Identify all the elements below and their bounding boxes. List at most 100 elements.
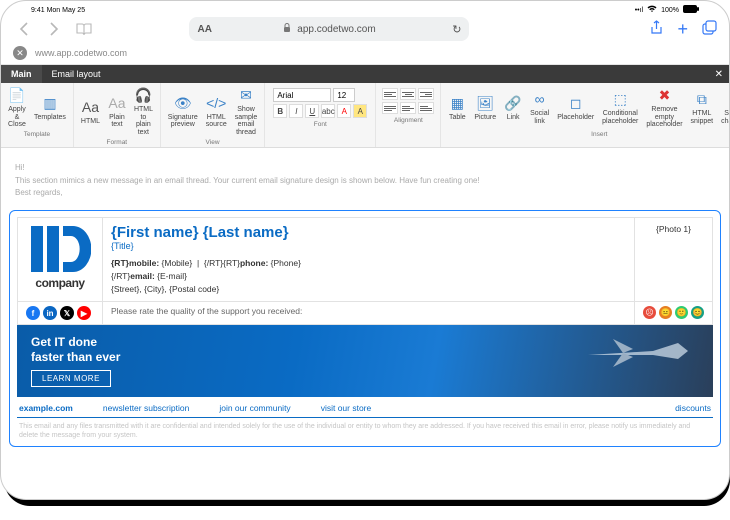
x-icon[interactable]: 𝕏 [60, 306, 74, 320]
ribbon-tab-bar: Main Email layout ✕ [1, 65, 729, 83]
sample-thread-button[interactable]: ✉Show sample email thread [232, 86, 261, 138]
link-site[interactable]: example.com [19, 403, 73, 413]
battery-icon [683, 5, 699, 15]
group-format-label: Format [107, 139, 128, 146]
align-left-button[interactable] [382, 88, 398, 100]
html-to-plain-button[interactable]: 🎧HTML to plain text [131, 86, 156, 138]
editor-canvas[interactable]: Hi! This section mimics a new message in… [1, 148, 729, 500]
cond-placeholder-button[interactable]: ⬚Conditional placeholder [599, 86, 641, 130]
tab-title[interactable]: www.app.codetwo.com [35, 48, 127, 58]
font-color-button[interactable]: A [337, 104, 351, 118]
forward-button[interactable] [43, 18, 65, 40]
html-source-button[interactable]: </>HTML source [203, 86, 230, 138]
insert-picture-button[interactable]: 🖼Picture [471, 86, 499, 130]
insert-link-button[interactable]: 🔗Link [501, 86, 525, 130]
placeholder-icon: ◻ [567, 95, 585, 113]
rate-poor-icon[interactable]: 😐 [659, 306, 672, 319]
templates-button[interactable]: ▥Templates [31, 86, 69, 130]
strike-button[interactable]: abc [321, 104, 335, 118]
rating-icons-cell: ☹ 😐 🙂 😊 [635, 302, 713, 325]
tabs-button[interactable] [702, 20, 717, 38]
new-tab-button[interactable]: + [677, 19, 688, 40]
social-cell: f in 𝕏 ▶ [18, 302, 103, 325]
wifi-icon [647, 5, 657, 15]
lock-icon [283, 23, 291, 35]
html-button[interactable]: AaHTML [78, 86, 103, 138]
contact-line2: {/RT}email: {E-mail} [111, 270, 626, 283]
name-placeholder: {First name} {Last name} [111, 224, 626, 241]
plaintext-button[interactable]: AaPlain text [105, 86, 129, 138]
rate-bad-icon[interactable]: ☹ [643, 306, 656, 319]
align-middle-button[interactable] [400, 102, 416, 114]
rate-good-icon[interactable]: 🙂 [675, 306, 688, 319]
ribbon-tab-layout[interactable]: Email layout [42, 65, 111, 83]
preview-icon: 👁 [174, 95, 192, 113]
group-align-label: Alignment [394, 117, 423, 124]
templates-icon: ▥ [41, 95, 59, 113]
align-right-button[interactable] [418, 88, 434, 100]
align-bottom-button[interactable] [418, 102, 434, 114]
email-body-placeholder: Hi! This section mimics a new message in… [7, 162, 723, 210]
sig-preview-button[interactable]: 👁Signature preview [165, 86, 201, 138]
bold-button[interactable]: B [273, 104, 287, 118]
signature-table: company {First name} {Last name} {Title}… [17, 217, 713, 325]
apply-icon: 📄 [8, 87, 26, 105]
logo-cell: company [18, 218, 103, 302]
address-bar[interactable]: AA app.codetwo.com ↻ [189, 17, 469, 41]
back-button[interactable] [13, 18, 35, 40]
disclaimer-text: This email and any files transmitted wit… [17, 418, 713, 440]
ribbon: 📄Apply & Close ▥Templates Template AaHTM… [1, 83, 729, 148]
safari-toolbar: AA app.codetwo.com ↻ + [1, 15, 729, 43]
link-discounts[interactable]: discounts [675, 403, 711, 413]
insert-table-button[interactable]: ▦Table [445, 86, 469, 130]
link-icon: 🔗 [504, 95, 522, 113]
contact-cell: {First name} {Last name} {Title} {RT}mob… [103, 218, 635, 302]
placeholder-button[interactable]: ◻Placeholder [554, 86, 597, 130]
table-icon: ▦ [448, 95, 466, 113]
link-newsletter[interactable]: newsletter subscription [103, 403, 189, 413]
signal-icon: ••ıl [635, 7, 643, 14]
social-link-button[interactable]: ∞Social link [527, 86, 552, 130]
convert-icon: 🎧 [134, 87, 152, 105]
underline-button[interactable]: U [305, 104, 319, 118]
font-name-select[interactable] [273, 88, 331, 102]
jet-graphic [583, 333, 693, 373]
remove-empty-button[interactable]: ✖Remove empty placeholder [643, 86, 685, 130]
apply-close-button[interactable]: 📄Apply & Close [5, 86, 29, 130]
facebook-icon[interactable]: f [26, 306, 40, 320]
rate-great-icon[interactable]: 😊 [691, 306, 704, 319]
social-icon: ∞ [531, 91, 549, 109]
reader-icon[interactable]: AA [197, 24, 211, 35]
highlight-button[interactable]: A [353, 104, 367, 118]
close-tab-button[interactable]: ✕ [13, 46, 27, 60]
linkedin-icon[interactable]: in [43, 306, 57, 320]
title-placeholder: {Title} [111, 241, 626, 251]
link-store[interactable]: visit our store [321, 403, 372, 413]
font-size-select[interactable] [333, 88, 355, 102]
ribbon-tab-main[interactable]: Main [1, 65, 42, 83]
company-logo-icon [29, 224, 91, 274]
group-insert-label: Insert [591, 131, 607, 138]
align-center-button[interactable] [400, 88, 416, 100]
source-icon: </> [207, 95, 225, 113]
special-char-button[interactable]: ΩSpecial character [718, 86, 730, 130]
youtube-icon[interactable]: ▶ [77, 306, 91, 320]
plain-aa-icon: Aa [108, 95, 126, 113]
ribbon-close-icon[interactable]: ✕ [715, 69, 723, 80]
learn-more-button[interactable]: LEARN MORE [31, 370, 111, 387]
ipad-status-bar: 9:41 Mon May 25 ••ıl 100% [1, 1, 729, 15]
html-snippet-button[interactable]: ⧉HTML snippet [688, 86, 717, 130]
group-template-label: Template [24, 131, 50, 138]
italic-button[interactable]: I [289, 104, 303, 118]
align-top-button[interactable] [382, 102, 398, 114]
link-community[interactable]: join our community [219, 403, 290, 413]
bookmarks-button[interactable] [73, 18, 95, 40]
status-time: 9:41 Mon May 25 [31, 7, 85, 14]
reload-icon[interactable]: ↻ [452, 23, 461, 36]
signature-preview[interactable]: company {First name} {Last name} {Title}… [9, 210, 721, 447]
share-button[interactable] [650, 20, 663, 39]
battery-percent: 100% [661, 7, 679, 14]
photo-cell: {Photo 1} [635, 218, 713, 302]
promo-banner[interactable]: Get IT donefaster than ever LEARN MORE [17, 325, 713, 397]
contact-line3: {Street}, {City}, {Postal code} [111, 283, 626, 296]
